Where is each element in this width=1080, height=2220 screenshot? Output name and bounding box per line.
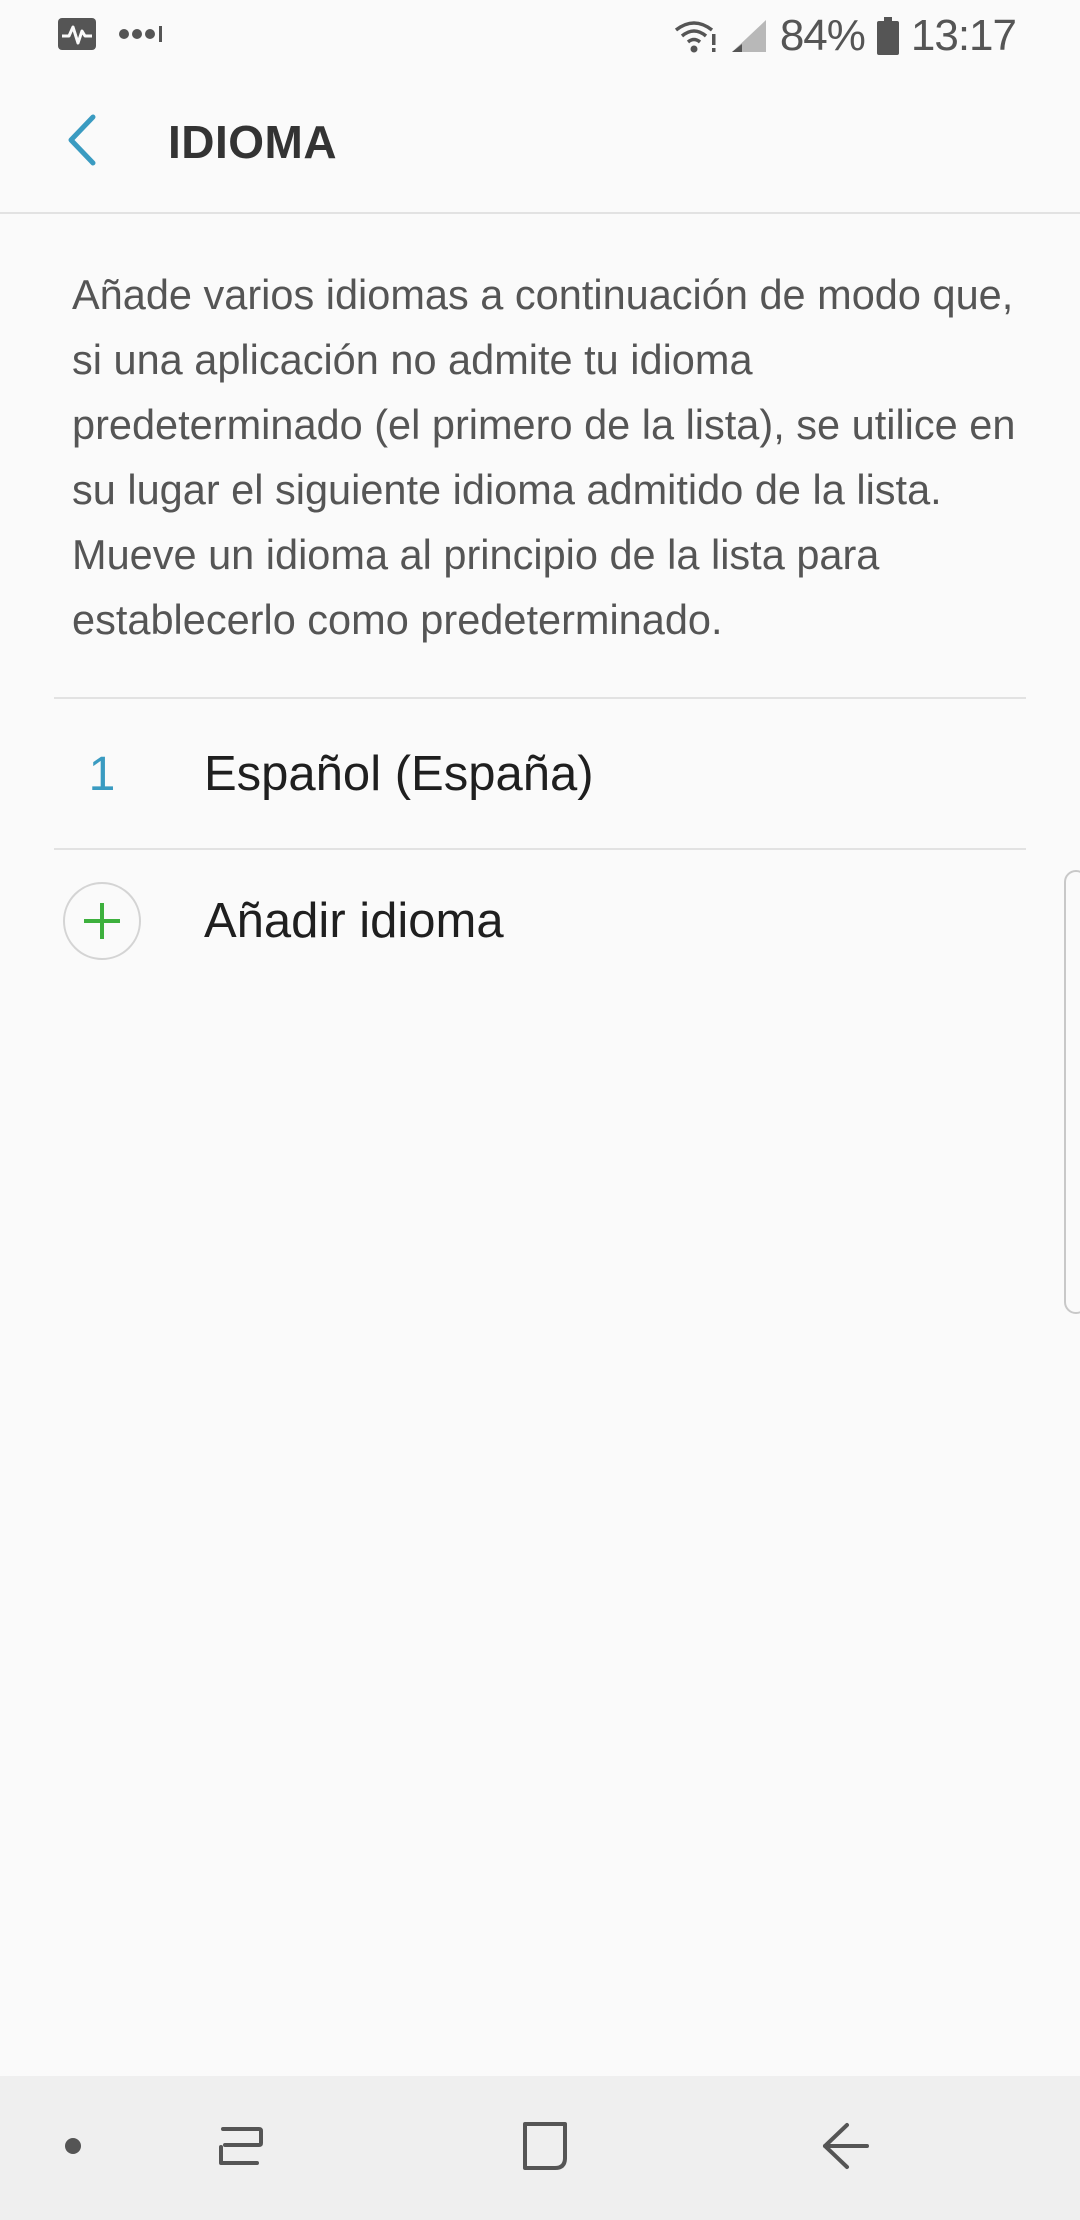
language-index: 1 bbox=[88, 747, 116, 801]
navigation-bar bbox=[0, 2076, 1080, 2220]
battery-icon bbox=[876, 17, 899, 55]
status-right: 84% 13:17 bbox=[674, 11, 1017, 61]
status-left bbox=[58, 17, 164, 55]
app-bar: IDIOMA bbox=[0, 72, 1080, 214]
more-dots-icon bbox=[118, 24, 164, 49]
nav-dot-button[interactable] bbox=[40, 2076, 106, 2220]
back-arrow-icon bbox=[819, 2119, 873, 2178]
chevron-left-icon bbox=[65, 113, 99, 172]
divider bbox=[54, 697, 1026, 699]
plus-icon bbox=[63, 882, 141, 960]
clock: 13:17 bbox=[910, 11, 1017, 60]
battery-percent: 84% bbox=[779, 11, 866, 60]
activity-icon bbox=[58, 17, 96, 55]
status-bar: 84% 13:17 bbox=[0, 0, 1080, 72]
language-index-container: 1 bbox=[54, 747, 150, 802]
cell-signal-icon bbox=[730, 18, 768, 54]
add-language-icon-container bbox=[54, 882, 150, 960]
page-title: IDIOMA bbox=[168, 116, 338, 168]
nav-back-button[interactable] bbox=[796, 2076, 896, 2220]
wifi-icon bbox=[674, 18, 718, 54]
language-item-spanish[interactable]: 1 Español (España) bbox=[54, 701, 1026, 847]
recent-apps-button[interactable] bbox=[190, 2076, 290, 2220]
recent-apps-icon bbox=[213, 2119, 267, 2178]
add-language-label: Añadir idioma bbox=[204, 894, 504, 948]
add-language-button[interactable]: Añadir idioma bbox=[54, 848, 1026, 994]
back-button[interactable] bbox=[42, 102, 122, 182]
description-text: Añade varios idiomas a continuación de m… bbox=[72, 271, 1016, 643]
home-button[interactable] bbox=[494, 2076, 594, 2220]
screen: 84% 13:17 IDIOMA Añade varios idiomas a … bbox=[0, 0, 1080, 2220]
language-label: Español (España) bbox=[204, 747, 594, 801]
dot-icon bbox=[63, 2136, 83, 2161]
scroll-handle[interactable] bbox=[1064, 870, 1080, 1314]
home-icon bbox=[517, 2118, 571, 2179]
